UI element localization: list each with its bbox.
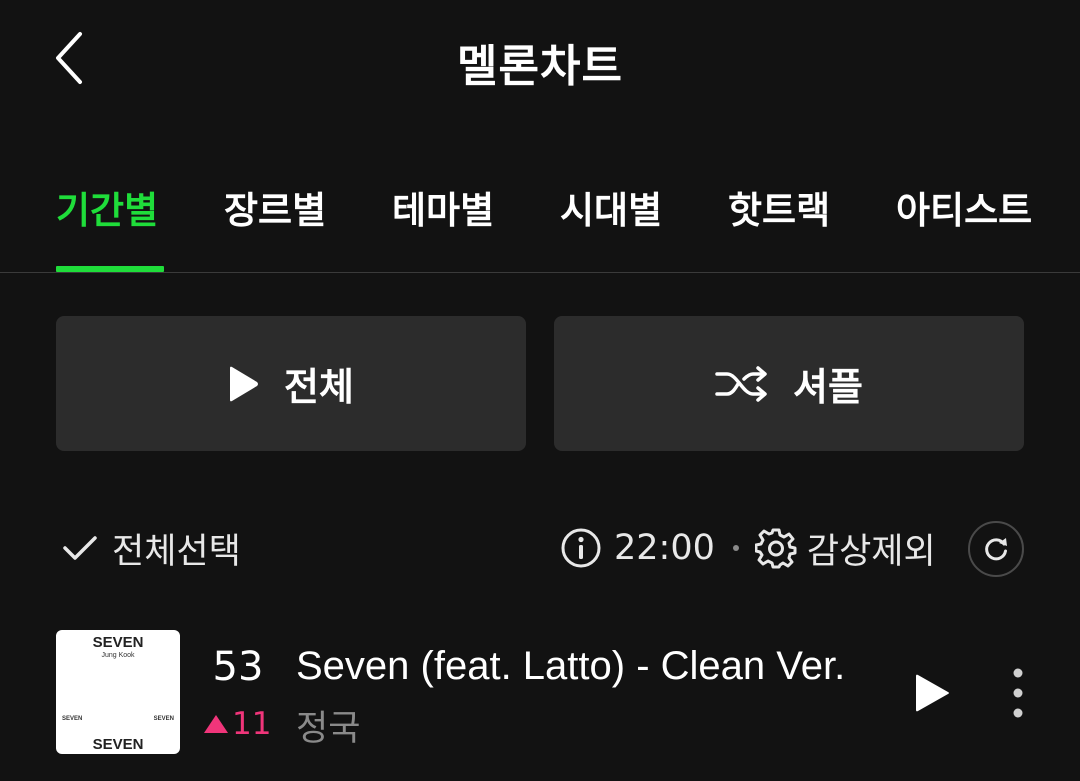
shuffle-button[interactable]: 셔플 bbox=[554, 316, 1024, 451]
album-art-bottom: SEVEN bbox=[92, 736, 144, 753]
song-artist[interactable]: 정국 bbox=[296, 700, 360, 751]
tab-theme[interactable]: 테마별 bbox=[392, 180, 494, 272]
exclude-label: 감상제외 bbox=[806, 531, 936, 572]
page-title: 멜론차트 bbox=[457, 41, 623, 92]
chart-tabs: 기간별 장르별 테마별 시대별 핫트랙 아티스트 bbox=[0, 170, 1080, 273]
song-row[interactable]: SEVEN Jung Kook SEVEN SEVEN SEVEN 53 11 … bbox=[0, 622, 1080, 762]
tab-genre[interactable]: 장르별 bbox=[224, 180, 326, 272]
album-art-mid-right: SEVEN bbox=[153, 716, 174, 722]
check-icon bbox=[63, 536, 97, 560]
refresh-button[interactable] bbox=[968, 521, 1024, 577]
separator-dot bbox=[732, 545, 739, 551]
tab-hottrack[interactable]: 핫트랙 bbox=[728, 180, 830, 272]
song-title[interactable]: Seven (feat. Latto) - Clean Ver. bbox=[296, 644, 845, 689]
info-icon[interactable] bbox=[560, 527, 602, 569]
app-header: 멜론차트 bbox=[0, 0, 1080, 120]
more-vertical-icon bbox=[1013, 668, 1023, 718]
song-play-button[interactable] bbox=[906, 668, 956, 718]
select-all-button[interactable]: 전체선택 bbox=[62, 518, 241, 578]
tab-era[interactable]: 시대별 bbox=[560, 180, 662, 272]
album-art-subtitle: Jung Kook bbox=[101, 652, 135, 659]
album-art[interactable]: SEVEN Jung Kook SEVEN SEVEN SEVEN bbox=[56, 630, 180, 754]
album-art-middle: SEVEN SEVEN bbox=[62, 716, 174, 722]
exclude-listening-button[interactable]: 감상제외 bbox=[754, 523, 936, 574]
select-all-label: 전체선택 bbox=[112, 531, 241, 572]
shuffle-icon bbox=[715, 365, 767, 402]
tab-artist[interactable]: 아티스트 bbox=[896, 180, 1032, 272]
rank-change: 11 bbox=[204, 706, 271, 742]
tab-period[interactable]: 기간별 bbox=[56, 180, 158, 272]
play-icon bbox=[916, 674, 949, 712]
rank-change-value: 11 bbox=[232, 706, 272, 742]
album-art-title: SEVEN bbox=[92, 634, 144, 651]
play-icon bbox=[230, 366, 259, 401]
chart-toolbar: 전체선택 22:00 감상제외 bbox=[0, 518, 1080, 578]
song-more-button[interactable] bbox=[1000, 666, 1036, 720]
active-tab-indicator bbox=[56, 266, 164, 272]
chart-update-info: 22:00 감상제외 bbox=[560, 518, 936, 578]
refresh-icon bbox=[985, 538, 1007, 561]
song-rank: 53 bbox=[212, 644, 264, 690]
album-art-mid-left: SEVEN bbox=[62, 716, 83, 722]
update-time: 22:00 bbox=[614, 528, 715, 568]
play-all-button[interactable]: 전체 bbox=[56, 316, 526, 451]
play-all-label: 전체 bbox=[284, 365, 354, 409]
gear-icon bbox=[754, 528, 797, 569]
shuffle-label: 셔플 bbox=[793, 365, 863, 409]
rank-up-icon bbox=[204, 715, 228, 733]
